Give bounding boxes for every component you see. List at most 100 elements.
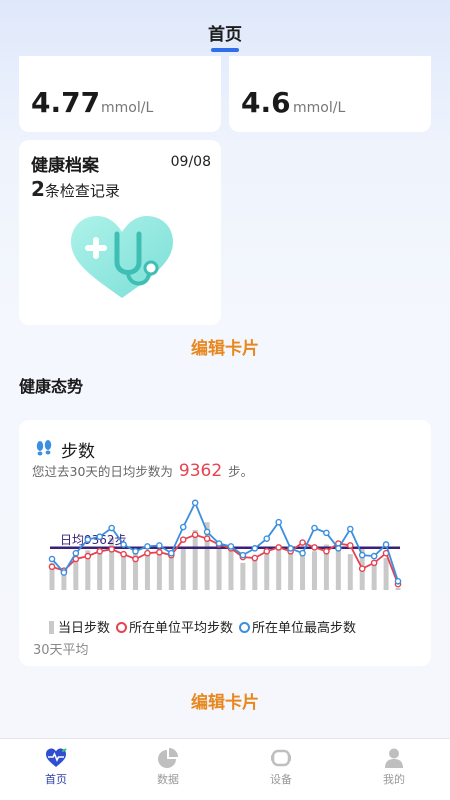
user-icon [385, 748, 403, 768]
legend-unit-max: 所在单位最高步数 [252, 621, 357, 636]
tab-label: 首页 [45, 773, 67, 786]
chart-legend: 当日步数 所在单位平均步数 所在单位最高步数 [49, 617, 356, 636]
steps-title: 步数 [61, 442, 95, 462]
unit-max-point [179, 523, 187, 531]
unit-max-point [275, 518, 282, 526]
daily-steps-bar [192, 529, 198, 590]
daily-steps-bar [395, 588, 401, 590]
unit-max-point [132, 547, 139, 555]
unit-avg-point [203, 535, 211, 542]
legend-30-day-avg: 30天平均 [33, 643, 89, 658]
unit-avg-point [144, 549, 151, 557]
daily-steps-bar [371, 563, 377, 590]
steps-chart: 日均9362步 [48, 499, 402, 590]
daily-steps-bar [97, 548, 103, 590]
tab-data[interactable]: 数据 [112, 739, 224, 800]
tab-device[interactable]: 设备 [225, 739, 337, 800]
unit-avg-point [358, 565, 366, 572]
metric-value: 4.6 [241, 86, 291, 119]
unit-max-point [370, 552, 378, 560]
metric-value: 4.77 [31, 86, 101, 119]
footprints-icon [36, 440, 52, 456]
unit-max-point [168, 549, 175, 557]
tab-label: 设备 [270, 773, 292, 786]
tab-label: 数据 [157, 773, 179, 786]
unit-max-point [251, 545, 259, 552]
unit-max-point [96, 533, 104, 541]
glucose-card-2[interactable]: 4.6 mmol/L [229, 56, 431, 132]
unit-max-point [227, 543, 235, 550]
edit-card-button[interactable]: 编辑卡片 [0, 334, 450, 359]
daily-steps-bar [311, 551, 317, 590]
daily-steps-bar [276, 546, 282, 590]
unit-avg-point [311, 544, 318, 551]
unit-max-point [287, 545, 294, 552]
tab-profile[interactable]: 我的 [338, 739, 450, 800]
unit-avg-point [132, 555, 139, 563]
pie-chart-icon [158, 748, 178, 768]
active-tab-indicator [211, 48, 239, 52]
daily-steps-bar [347, 554, 353, 590]
unit-max-point [203, 528, 211, 536]
unit-max-point [323, 529, 330, 537]
unit-max-point [144, 543, 151, 550]
unit-avg-point [156, 548, 163, 556]
unit-max-point [84, 536, 92, 543]
unit-max-point [108, 524, 115, 532]
unit-max-point [382, 541, 390, 548]
unit-avg-point [120, 550, 127, 558]
unit-avg-point [370, 559, 378, 567]
unit-max-point [335, 545, 342, 552]
unit-max-point [394, 577, 402, 585]
page-title: 首页 [208, 25, 242, 45]
daily-steps-bar [180, 546, 186, 590]
health-record-title: 健康档案 [31, 156, 99, 176]
unit-avg-point [251, 554, 259, 562]
unit-avg-point [275, 544, 282, 551]
unit-max-point [72, 549, 80, 557]
watch-icon [271, 749, 291, 767]
daily-steps-bar [216, 542, 222, 590]
unit-avg-point [346, 542, 354, 549]
unit-max-point [299, 549, 306, 557]
legend-unit-avg: 所在单位平均步数 [129, 621, 234, 636]
unit-max-point [156, 542, 163, 549]
metric-unit: mmol/L [101, 100, 154, 116]
steps-desc-prefix: 您过去30天的日均步数为 [32, 464, 173, 479]
unit-avg-point [96, 547, 104, 555]
daily-steps-bar [121, 555, 127, 590]
unit-avg-point [48, 563, 56, 571]
daily-steps-bar [144, 553, 150, 590]
legend-swatch-unit-max [239, 622, 251, 633]
tab-home[interactable]: 首页 [0, 739, 112, 800]
daily-steps-bar [335, 546, 341, 590]
daily-steps-bar [288, 553, 294, 590]
unit-max-point [263, 535, 271, 542]
unit-max-point [191, 499, 199, 507]
unit-avg-point [299, 539, 306, 546]
legend-daily: 当日步数 [58, 621, 111, 636]
unit-avg-point [108, 546, 115, 553]
health-record-date: 09/08 [170, 154, 211, 170]
unit-max-point [239, 551, 247, 559]
health-record-count: 2 [31, 177, 45, 201]
unit-avg-point [263, 547, 271, 555]
unit-max-point [215, 540, 223, 547]
steps-card[interactable]: 步数 您过去30天的日均步数为 9362 步。 日均9362步 当日步数 所在单位平均… [19, 420, 431, 666]
health-record-count-suffix: 条检查记录 [44, 182, 120, 200]
edit-card-button-2[interactable]: 编辑卡片 [0, 688, 450, 713]
metric-unit: mmol/L [293, 100, 346, 116]
daily-steps-bar [264, 551, 270, 590]
daily-steps-bar [240, 562, 246, 590]
legend-swatch-daily [49, 621, 54, 634]
unit-avg-point [179, 536, 187, 543]
unit-avg-point [323, 547, 330, 555]
health-record-count-row: 2条检查记录 [31, 177, 120, 201]
legend-swatch-unit-avg [116, 622, 128, 633]
health-record-card[interactable]: 健康档案 09/08 2条检查记录 [19, 140, 221, 325]
daily-steps-bar [133, 549, 139, 590]
unit-avg-point [191, 531, 199, 539]
bottom-tab-bar: 首页 数据 设备 我的 [0, 738, 450, 800]
glucose-card-1[interactable]: 4.77 mmol/L [19, 56, 221, 132]
unit-max-point [120, 541, 127, 548]
